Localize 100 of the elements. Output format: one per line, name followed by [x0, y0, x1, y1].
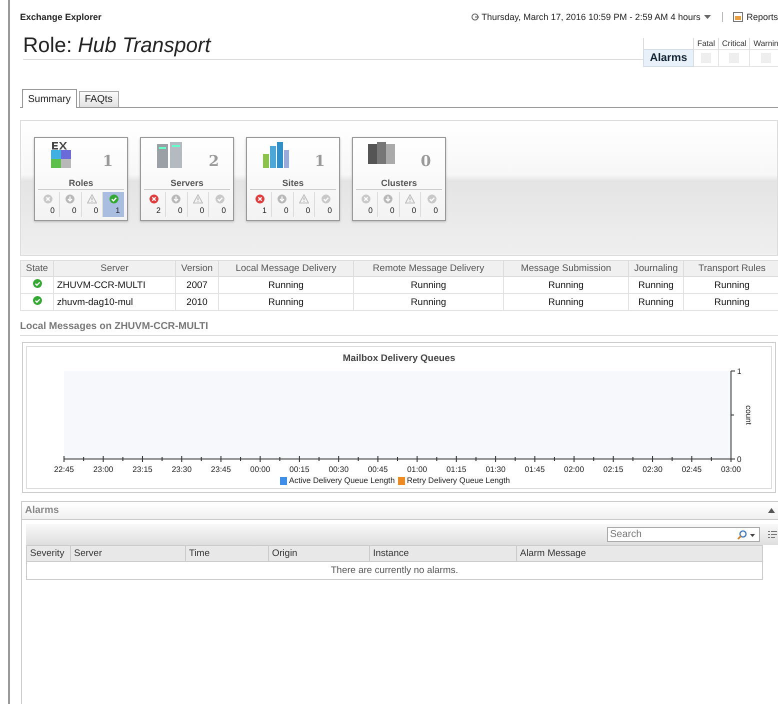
caret-icon [703, 14, 712, 20]
x-tick-label: 02:30 [642, 465, 663, 474]
table-cell: 2010 [176, 294, 218, 310]
y-tick-label: 0 [737, 455, 742, 464]
status-count: 0 [222, 206, 226, 215]
status-count: 0 [94, 206, 98, 215]
status-count: 0 [328, 206, 332, 215]
tab[interactable]: Summary [22, 89, 77, 108]
table-cell: Running [504, 276, 628, 294]
search-icon [737, 530, 747, 540]
table-cell: ZHUVM-CCR-MULTI [54, 276, 176, 294]
status-count: 0 [50, 206, 55, 215]
column-header: Critical [718, 38, 750, 50]
column-header[interactable]: Severity [26, 546, 70, 562]
y-tick-label: 1 [737, 367, 742, 376]
x-tick-label: 22:45 [54, 465, 74, 474]
x-tick-label: 23:15 [132, 465, 152, 474]
x-tick-label: 23:45 [210, 465, 231, 474]
page-title: Role: Hub Transport [23, 34, 643, 60]
table-cell: 2007 [176, 276, 218, 294]
x-tick-label: 02:15 [603, 465, 624, 474]
column-header: Warnin [750, 38, 778, 50]
column-header[interactable]: Message Submission [504, 260, 628, 276]
panel-title: Alarms [25, 505, 59, 516]
table-cell: Running [504, 294, 628, 310]
x-tick-label: 23:30 [172, 465, 192, 474]
card-label: Sites [250, 178, 336, 190]
status-count: 1 [262, 206, 267, 215]
status-count: 0 [306, 206, 310, 215]
server-towers-icon [155, 140, 185, 170]
column-header[interactable]: Instance [370, 546, 516, 562]
column-header[interactable]: Journaling [628, 260, 684, 276]
x-tick-label: 01:45 [524, 465, 545, 474]
x-tick-label: 03:00 [720, 465, 742, 474]
column-header[interactable]: Server [70, 546, 186, 562]
server-rack-icon [367, 140, 397, 166]
empty-message: There are currently no alarms. [26, 562, 762, 580]
column-header[interactable]: Server [54, 260, 176, 276]
x-tick-label: 00:00 [250, 465, 270, 474]
summary-card[interactable]: 1 Roles 0 0 0 1 [34, 137, 128, 221]
status-cell[interactable]: 1 [103, 192, 124, 217]
card-label: Servers [144, 178, 230, 190]
search-field[interactable]: Search [607, 527, 760, 542]
status-count: 0 [178, 206, 182, 215]
status-count: 0 [390, 206, 394, 215]
column-header[interactable]: Transport Rules [684, 260, 778, 276]
column-header[interactable]: Remote Message Delivery [354, 260, 504, 276]
legend-label: Retry Delivery Queue Length [406, 476, 510, 485]
list-menu-icon[interactable] [768, 530, 777, 539]
clock-icon [470, 13, 479, 21]
x-tick-label: 00:15 [289, 465, 310, 474]
table-cell: Running [354, 276, 504, 294]
y-axis-label: count [744, 405, 753, 425]
table-cell: Running [628, 276, 684, 294]
status-count: 0 [200, 206, 204, 215]
x-tick-label: 00:30 [328, 465, 349, 474]
column-header: Fatal [694, 38, 718, 50]
table-cell: Running [354, 294, 504, 310]
status-count: 0 [412, 206, 416, 215]
x-tick-label: 01:00 [407, 465, 428, 474]
reports-link[interactable]: Reports [722, 12, 778, 22]
section-heading: Local Messages on ZHUVM-CCR-MULTI [20, 321, 778, 336]
count: 2 [208, 152, 219, 170]
status-count: 0 [284, 206, 288, 215]
column-header[interactable]: Time [186, 546, 268, 562]
status-count: 0 [368, 206, 373, 215]
column-header[interactable]: Alarm Message [516, 546, 762, 562]
column-header[interactable]: Local Message Delivery [218, 260, 354, 276]
status-count: 2 [156, 206, 161, 215]
table-cell: Running [218, 294, 354, 310]
table-cell: zhuvm-dag10-mul [54, 294, 176, 310]
status-count: 0 [72, 206, 76, 215]
legend-label: Active Delivery Queue Length [288, 476, 395, 485]
caret-icon [749, 532, 756, 538]
card-label: Roles [38, 178, 124, 190]
chart-title: Mailbox Delivery Queues [342, 353, 456, 364]
collapse-caret-icon[interactable] [768, 508, 775, 513]
column-header[interactable]: Origin [268, 546, 370, 562]
app-title: Exchange Explorer [20, 12, 103, 22]
x-tick-label: 01:30 [486, 465, 506, 474]
count: 1 [102, 152, 113, 170]
x-tick-label: 23:00 [93, 465, 114, 474]
table-cell: Running [628, 294, 684, 310]
row-header: Alarms [643, 50, 694, 66]
report-icon [733, 12, 744, 22]
count: 1 [314, 152, 325, 170]
column-header[interactable]: Version [176, 260, 218, 276]
table-cell: Running [218, 276, 354, 294]
status-count: 1 [116, 206, 120, 215]
card-label: Clusters [356, 178, 442, 190]
summary-card[interactable]: 0 Clusters 0 0 0 0 [352, 137, 446, 221]
summary-card[interactable]: 2 Servers 2 0 0 0 [140, 137, 234, 221]
column-header[interactable]: State [20, 260, 54, 276]
buildings-icon [261, 140, 291, 170]
tab[interactable]: FAQts [78, 91, 119, 107]
summary-card[interactable]: 1 Sites 1 0 0 0 [246, 137, 340, 221]
time-range-selector[interactable]: Thursday, March 17, 2016 10:59 PM - 2:59 AM 4 hours [470, 12, 712, 22]
count: 0 [420, 152, 431, 170]
status-count: 0 [434, 206, 438, 215]
x-tick-label: 01:15 [446, 465, 466, 474]
